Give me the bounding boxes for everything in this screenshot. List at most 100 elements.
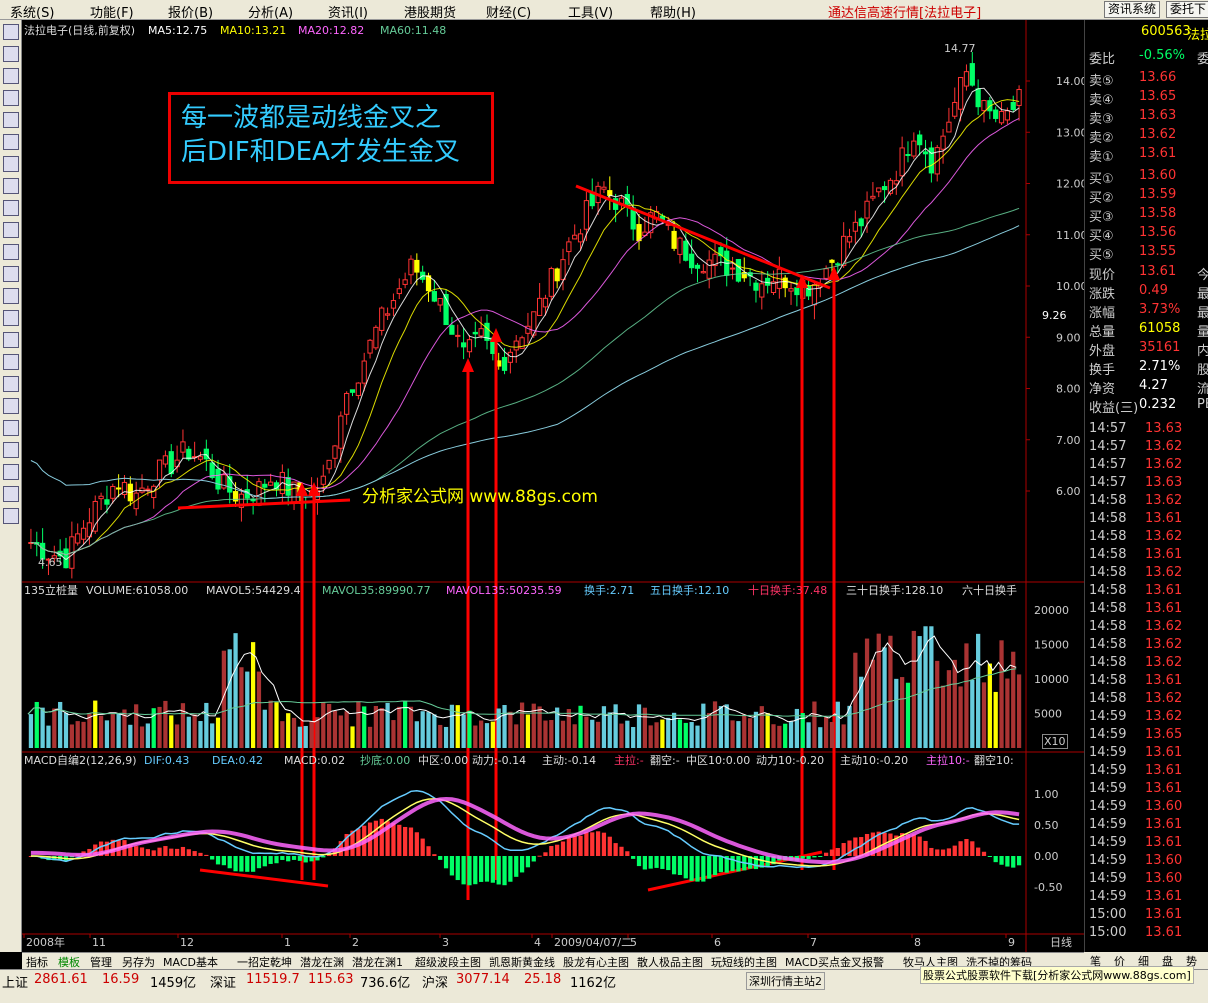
menu-system[interactable]: 系统(S) <box>10 2 54 21</box>
macd-bar <box>940 849 946 856</box>
rsi-icon[interactable] <box>3 332 19 348</box>
tab-0[interactable]: 指标 <box>26 954 48 970</box>
dollar-icon[interactable] <box>3 398 19 414</box>
chart-area[interactable]: 14.0013.0012.0011.0010.009.008.007.006.0… <box>22 20 1084 952</box>
ask-row: 卖③ 13.63 <box>1087 108 1208 127</box>
volume-tick-label: 10000 <box>1034 673 1069 686</box>
tab-9[interactable]: 凯恩斯黄金线 <box>489 954 555 970</box>
bar-chart-icon[interactable] <box>3 90 19 106</box>
line-chart-icon[interactable] <box>3 68 19 84</box>
volume-bar <box>174 724 180 748</box>
sheet-icon[interactable] <box>3 376 19 392</box>
menu-quote[interactable]: 报价(B) <box>168 2 213 21</box>
pen-icon[interactable] <box>3 420 19 436</box>
tab-7[interactable]: 潜龙在渊1 <box>352 954 403 970</box>
volume-bar <box>438 724 443 748</box>
macd-bar <box>514 856 519 877</box>
candle-body <box>262 483 268 488</box>
candle-body <box>846 236 853 243</box>
ma20-label: MA20:12.82 <box>298 24 365 37</box>
volume-bar <box>327 703 332 748</box>
tab-2[interactable]: 管理 <box>90 954 112 970</box>
swap-icon[interactable] <box>3 200 19 216</box>
macd-bar <box>701 856 706 882</box>
tab-1[interactable]: 模板 <box>58 954 80 970</box>
macd-bar <box>134 846 139 856</box>
macd-bar <box>180 846 186 856</box>
tick-price: 13.61 <box>1145 763 1183 778</box>
delete-icon[interactable] <box>3 464 19 480</box>
tab-6[interactable]: 潜龙在渊 <box>300 954 344 970</box>
volume-bar <box>976 633 981 748</box>
candle-body <box>349 389 356 393</box>
volume-bar <box>98 715 104 748</box>
tick-price: 13.62 <box>1145 709 1183 724</box>
volume-bar <box>268 700 273 748</box>
tab-11[interactable]: 散人极品主图 <box>637 954 703 970</box>
etf-icon[interactable] <box>3 288 19 304</box>
stat-value: 3.73% <box>1139 302 1181 317</box>
fx-icon[interactable] <box>3 244 19 260</box>
tick-time: 15:00 <box>1089 925 1127 940</box>
vol-icon[interactable] <box>3 354 19 370</box>
table-icon[interactable] <box>3 24 19 40</box>
tab-12[interactable]: 玩短线的主图 <box>711 954 777 970</box>
menu-hk-futures[interactable]: 港股期货 <box>404 2 456 21</box>
macd-bar <box>987 856 992 857</box>
tab-10[interactable]: 股龙有心主图 <box>563 954 629 970</box>
macd-bar <box>718 856 723 873</box>
tick-time: 14:58 <box>1089 601 1127 616</box>
footer-banner[interactable]: 股票公式股票软件下载[分析家公式网www.88gs.com] <box>920 966 1194 984</box>
menu-function[interactable]: 功能(F) <box>90 2 134 21</box>
info-system-button[interactable]: 资讯系统 <box>1104 1 1161 18</box>
tick-row: 14:58 13.62 <box>1087 565 1208 583</box>
server-status[interactable]: 深圳行情主站2 <box>746 972 825 990</box>
macd-zhudong10: 主动10:-0.20 <box>840 754 909 767</box>
menu-info[interactable]: 资讯(I) <box>328 2 368 21</box>
volume-bar <box>52 708 57 748</box>
tab-3[interactable]: 另存为 <box>122 954 155 970</box>
volume-bar <box>315 717 320 748</box>
tab-5[interactable]: 一招定乾坤 <box>237 954 292 970</box>
volume-bar <box>110 714 115 748</box>
bars-icon[interactable] <box>3 222 19 238</box>
macd-bar <box>233 856 238 872</box>
grid-icon[interactable] <box>3 112 19 128</box>
volume-bar <box>718 706 723 748</box>
wave-icon[interactable] <box>3 310 19 326</box>
calc-icon[interactable] <box>3 134 19 150</box>
list-icon[interactable] <box>3 46 19 62</box>
macd-bar <box>496 856 501 885</box>
macd-bar <box>455 856 460 881</box>
tab-8[interactable]: 超级波段主图 <box>415 954 481 970</box>
menu-tools[interactable]: 工具(V) <box>568 2 613 21</box>
macd-bar <box>677 856 683 875</box>
export-icon[interactable] <box>3 442 19 458</box>
up-arrow-icon[interactable] <box>3 486 19 502</box>
menu-analysis[interactable]: 分析(A) <box>248 2 293 21</box>
candle-body <box>437 298 443 306</box>
down-arrow-icon[interactable] <box>3 508 19 524</box>
menu-help[interactable]: 帮助(H) <box>650 2 696 21</box>
cross-icon[interactable] <box>3 178 19 194</box>
tick-row: 14:58 13.62 <box>1087 619 1208 637</box>
doc-icon[interactable] <box>3 266 19 282</box>
delegate-button[interactable]: 委托下 <box>1166 1 1208 18</box>
volume-title: 135立桩量 <box>24 584 78 597</box>
time-axis-label: 8 <box>914 936 921 949</box>
volume-bar <box>595 721 601 748</box>
volume-bar <box>145 723 150 748</box>
price-tick-label: 6.00 <box>1056 485 1081 498</box>
tab-13[interactable]: MACD买点金叉报警 <box>785 954 884 970</box>
tab-4[interactable]: MACD基本 <box>163 954 218 970</box>
tick-row: 14:57 13.62 <box>1087 439 1208 457</box>
macd-bar <box>192 851 197 856</box>
volume-bar <box>432 714 437 748</box>
ask-row: 卖② 13.62 <box>1087 127 1208 146</box>
candle-body <box>835 263 841 266</box>
volume-bar <box>379 708 384 748</box>
time-axis-label: 3 <box>442 936 449 949</box>
news-icon[interactable] <box>3 156 19 172</box>
menu-finance[interactable]: 财经(C) <box>486 2 531 21</box>
tick-row: 14:58 13.61 <box>1087 511 1208 529</box>
